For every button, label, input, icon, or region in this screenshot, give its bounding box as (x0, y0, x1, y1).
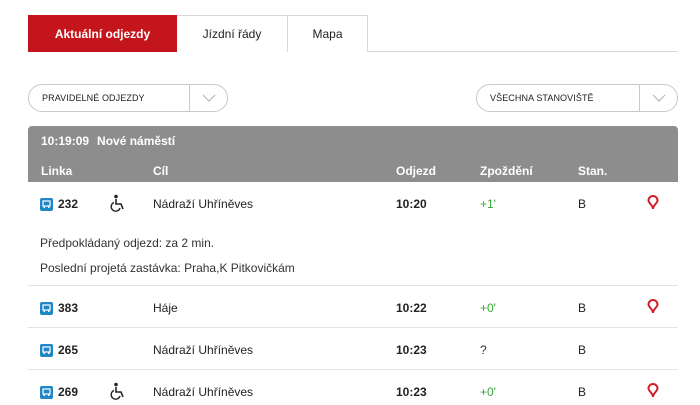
bus-icon (40, 385, 53, 399)
map-pin-icon[interactable] (647, 194, 659, 213)
expected-departure-info: Předpokládaný odjezd: za 2 min. (40, 236, 215, 250)
stand: B (578, 343, 587, 357)
column-header-destination: Cíl (153, 164, 169, 178)
stand-select-label: VŠECHNA STANOVIŠTĚ (490, 93, 594, 103)
board-header: 10:19:09 Nové náměstí Linka Cíl Odjezd Zp… (28, 126, 678, 182)
stand: B (578, 197, 587, 211)
delay: +1' (480, 197, 496, 211)
last-stop-info: Poslední projetá zastávka: Praha,K Pitko… (40, 261, 295, 275)
wheelchair-icon (110, 382, 126, 403)
current-time: 10:19:09 (41, 134, 90, 148)
departure-time: 10:23 (396, 343, 427, 357)
destination: Nádraží Uhříněves (153, 385, 254, 399)
line-number[interactable]: 383 (40, 301, 78, 315)
departure-row[interactable]: 265 Nádraží Uhříněves 10:23 ? B (28, 328, 678, 370)
tab-map[interactable]: Mapa (288, 15, 368, 52)
departures-board: 10:19:09 Nové náměstí Linka Cíl Odjezd Zp… (28, 126, 678, 405)
stand-select[interactable]: VŠECHNA STANOVIŠTĚ (476, 84, 678, 112)
departure-time: 10:20 (396, 197, 427, 211)
bus-icon (40, 197, 53, 211)
tab-timetables[interactable]: Jízdní řády (177, 15, 288, 52)
bus-icon (40, 343, 53, 357)
column-header-departure: Odjezd (396, 164, 437, 178)
line-number[interactable]: 269 (40, 385, 78, 399)
departure-time: 10:23 (396, 385, 427, 399)
destination: Háje (153, 301, 178, 315)
tab-bar: Aktuální odjezdy Jízdní řády Mapa (28, 15, 678, 52)
departures-type-label: PRAVIDELNÉ ODJEZDY (42, 93, 145, 103)
chevron-down-icon[interactable] (639, 85, 677, 111)
chevron-down-icon[interactable] (189, 85, 227, 111)
departures-type-select[interactable]: PRAVIDELNÉ ODJEZDY (28, 84, 228, 112)
line-number[interactable]: 232 (40, 197, 78, 211)
delay: +0' (480, 301, 496, 315)
delay: ? (480, 343, 487, 357)
bus-icon (40, 301, 53, 315)
map-pin-icon[interactable] (647, 382, 659, 401)
stand: B (578, 385, 587, 399)
column-header-delay: Zpoždění (480, 164, 533, 178)
board-title: 10:19:09 Nové náměstí (41, 134, 175, 148)
column-header-line: Linka (41, 164, 73, 178)
destination: Nádraží Uhříněves (153, 343, 254, 357)
wheelchair-icon (110, 194, 126, 215)
delay: +0' (480, 385, 496, 399)
departure-time: 10:22 (396, 301, 427, 315)
map-pin-icon[interactable] (647, 298, 659, 317)
destination: Nádraží Uhříněves (153, 197, 254, 211)
stand: B (578, 301, 587, 315)
departure-row[interactable]: 383 Háje 10:22 +0' B (28, 286, 678, 328)
departure-row[interactable]: 232 Nádraží Uhříněves 10:20 +1' B Předpo… (28, 182, 678, 286)
station-name: Nové náměstí (97, 134, 176, 148)
line-number[interactable]: 265 (40, 343, 78, 357)
tab-current-departures[interactable]: Aktuální odjezdy (28, 15, 177, 52)
departure-row[interactable]: 269 Nádraží Uhříněves 10:23 +0' B (28, 370, 678, 405)
column-header-stand: Stan. (578, 164, 608, 178)
